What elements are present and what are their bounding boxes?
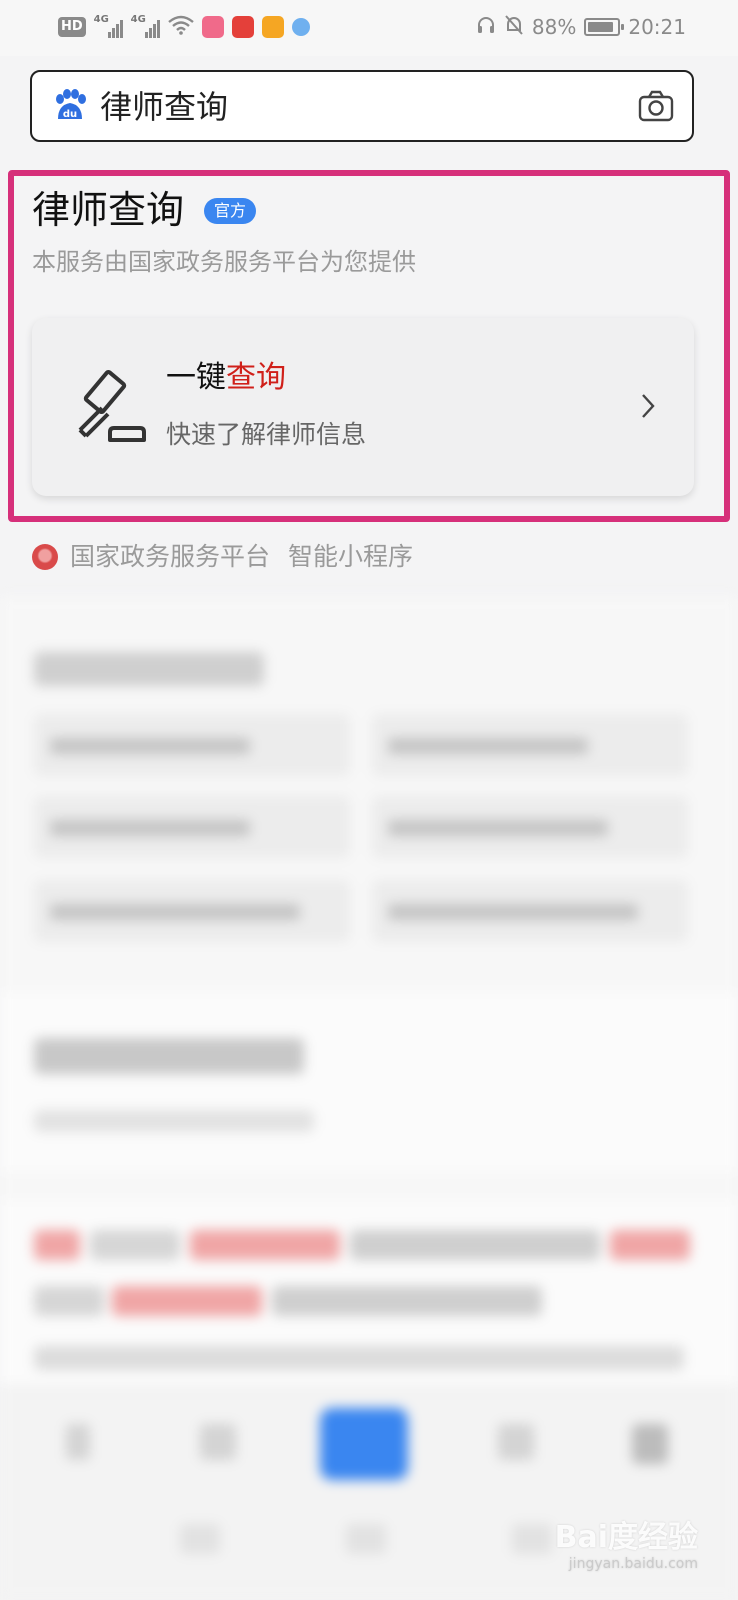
blurred-nav-icon [632, 1424, 668, 1464]
status-right: 88% 20:21 [476, 14, 686, 40]
watermark-url: jingyan.baidu.com [568, 1556, 698, 1572]
battery-percent: 88% [531, 15, 577, 39]
blurred-nav-icon [498, 1424, 534, 1460]
blurred-line [112, 1286, 262, 1316]
app-notification-icon [201, 16, 224, 38]
blurred-line [34, 1286, 104, 1316]
blurred-heading [34, 652, 264, 686]
blurred-line [350, 1230, 600, 1260]
network-type-2: 4G [130, 14, 146, 25]
wifi-icon [167, 15, 194, 40]
baidu-jingyan-watermark: Bai度经验 jingyan.baidu.com [555, 1512, 698, 1572]
blurred-nav-icon [66, 1424, 90, 1460]
blurred-suggestion [372, 714, 688, 776]
search-input[interactable]: 律师查询 [100, 86, 228, 128]
blurred-line [34, 1346, 684, 1370]
blurred-results [0, 596, 738, 1600]
baidu-paw-icon: du [56, 89, 86, 120]
mute-bell-icon [504, 14, 524, 41]
blurred-suggestion [34, 796, 350, 858]
blurred-suggestion [34, 880, 350, 942]
source-text: 国家政务服务平台 智能小程序 [70, 540, 431, 574]
svg-text:du: du [63, 109, 77, 120]
source-line[interactable]: 国家政务服务平台 智能小程序 [32, 540, 431, 574]
blurred-line [190, 1230, 340, 1260]
blurred-suggestion [372, 796, 688, 858]
blurred-line [610, 1230, 690, 1260]
blurred-nav-icon [180, 1524, 220, 1554]
blurred-nav-icon [200, 1424, 236, 1460]
blurred-suggestion [372, 880, 688, 942]
blurred-result [0, 1200, 738, 1400]
blurred-line [34, 1038, 304, 1074]
source-platform: 国家政务服务平台 [70, 542, 271, 571]
blurred-result [0, 992, 738, 1172]
blurred-suggestion [34, 714, 350, 776]
blurred-nav-button [320, 1408, 408, 1480]
signal-icon-2: 4G [130, 14, 160, 38]
blurred-nav-icon [346, 1524, 386, 1554]
clock: 20:21 [628, 15, 686, 39]
status-bar: HD 4G 4G 88% 20:21 [0, 0, 738, 56]
hd-icon: HD [58, 17, 86, 37]
telegram-icon [291, 18, 310, 36]
huawei-app-icon [231, 16, 254, 38]
status-left: HD 4G 4G [58, 14, 310, 40]
watermark-brand: Bai度经验 [554, 1520, 698, 1555]
blurred-line [34, 1110, 314, 1132]
gov-platform-logo-icon [32, 544, 58, 570]
battery-icon [584, 18, 625, 36]
search-bar[interactable]: du 律师查询 [30, 70, 694, 142]
headset-icon [476, 15, 496, 40]
blurred-line [90, 1230, 180, 1260]
highlight-frame [8, 170, 730, 522]
blurred-line [34, 1230, 80, 1260]
network-type: 4G [93, 14, 109, 25]
camera-icon[interactable] [638, 90, 674, 122]
weibo-icon [261, 16, 284, 38]
signal-icon: 4G [93, 14, 123, 38]
blurred-line [272, 1286, 542, 1316]
blurred-nav-icon [512, 1524, 552, 1554]
source-type: 智能小程序 [288, 542, 414, 571]
